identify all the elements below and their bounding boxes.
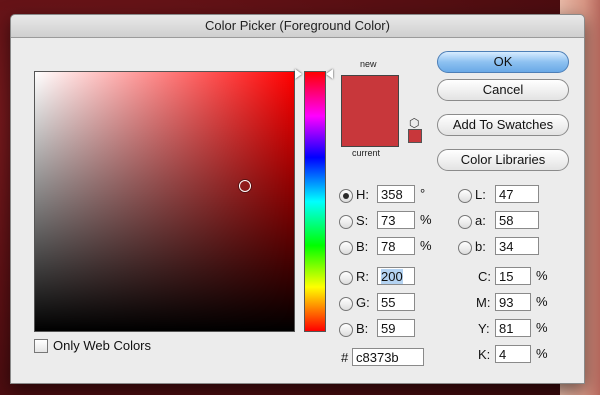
red-input[interactable]: 200 [377,267,415,285]
hue-slider[interactable] [304,71,326,332]
yellow-unit: % [536,320,548,335]
color-picker-dialog: Color Picker (Foreground Color) new curr… [10,14,585,384]
add-to-swatches-button[interactable]: Add To Swatches [437,114,569,136]
only-web-colors-checkbox[interactable] [34,339,48,353]
magenta-input[interactable]: 93 [495,293,531,311]
brightness-label: B: [356,239,369,254]
saturation-input[interactable]: 73 [377,211,415,229]
radio-lab-a[interactable] [458,215,472,229]
current-color-swatch[interactable] [342,111,398,146]
cyan-label: C: [478,269,491,284]
ok-button[interactable]: OK [437,51,569,73]
green-input[interactable]: 55 [377,293,415,311]
lab-a-label: a: [475,213,486,228]
key-label: K: [478,347,491,362]
key-unit: % [536,346,548,361]
gamut-color-chip[interactable] [408,129,422,143]
current-label: current [352,148,381,158]
magenta-unit: % [536,294,548,309]
red-value: 200 [381,269,403,284]
hue-slider-handle-left[interactable] [295,69,302,79]
brightness-unit: % [420,238,432,253]
lab-a-input[interactable]: 58 [495,211,539,229]
saturation-brightness-field[interactable] [34,71,295,332]
radio-red[interactable] [339,271,353,285]
new-label: new [360,59,377,69]
cyan-input[interactable]: 15 [495,267,531,285]
radio-brightness[interactable] [339,241,353,255]
cube-icon[interactable]: ⬡ [409,116,419,130]
lab-b-label: b: [475,239,486,254]
only-web-colors-label[interactable]: Only Web Colors [53,338,151,353]
window-title: Color Picker (Foreground Color) [11,15,584,38]
color-libraries-button[interactable]: Color Libraries [437,149,569,171]
blue-label: B: [356,321,369,336]
radio-green[interactable] [339,297,353,311]
brightness-input[interactable]: 78 [377,237,415,255]
yellow-input[interactable]: 81 [495,319,531,337]
new-color-swatch [342,76,398,111]
lab-b-input[interactable]: 34 [495,237,539,255]
magenta-label: M: [476,295,491,310]
hex-label: # [341,350,349,365]
green-label: G: [356,295,370,310]
hue-slider-handle-right[interactable] [326,69,333,79]
blue-input[interactable]: 59 [377,319,415,337]
hue-unit: ° [420,186,426,201]
hex-input[interactable]: c8373b [352,348,424,366]
lightness-label: L: [475,187,486,202]
yellow-label: Y: [478,321,490,336]
saturation-label: S: [356,213,369,228]
radio-saturation[interactable] [339,215,353,229]
red-label: R: [356,269,369,284]
saturation-unit: % [420,212,432,227]
radio-lightness[interactable] [458,189,472,203]
cancel-button[interactable]: Cancel [437,79,569,101]
color-swatch-preview [341,75,399,147]
key-input[interactable]: 4 [495,345,531,363]
color-field-marker[interactable] [239,180,251,192]
radio-blue[interactable] [339,323,353,337]
radio-lab-b[interactable] [458,241,472,255]
cyan-unit: % [536,268,548,283]
radio-hue[interactable] [339,189,353,203]
hue-label: H: [356,187,369,202]
lightness-input[interactable]: 47 [495,185,539,203]
hue-input[interactable]: 358 [377,185,415,203]
